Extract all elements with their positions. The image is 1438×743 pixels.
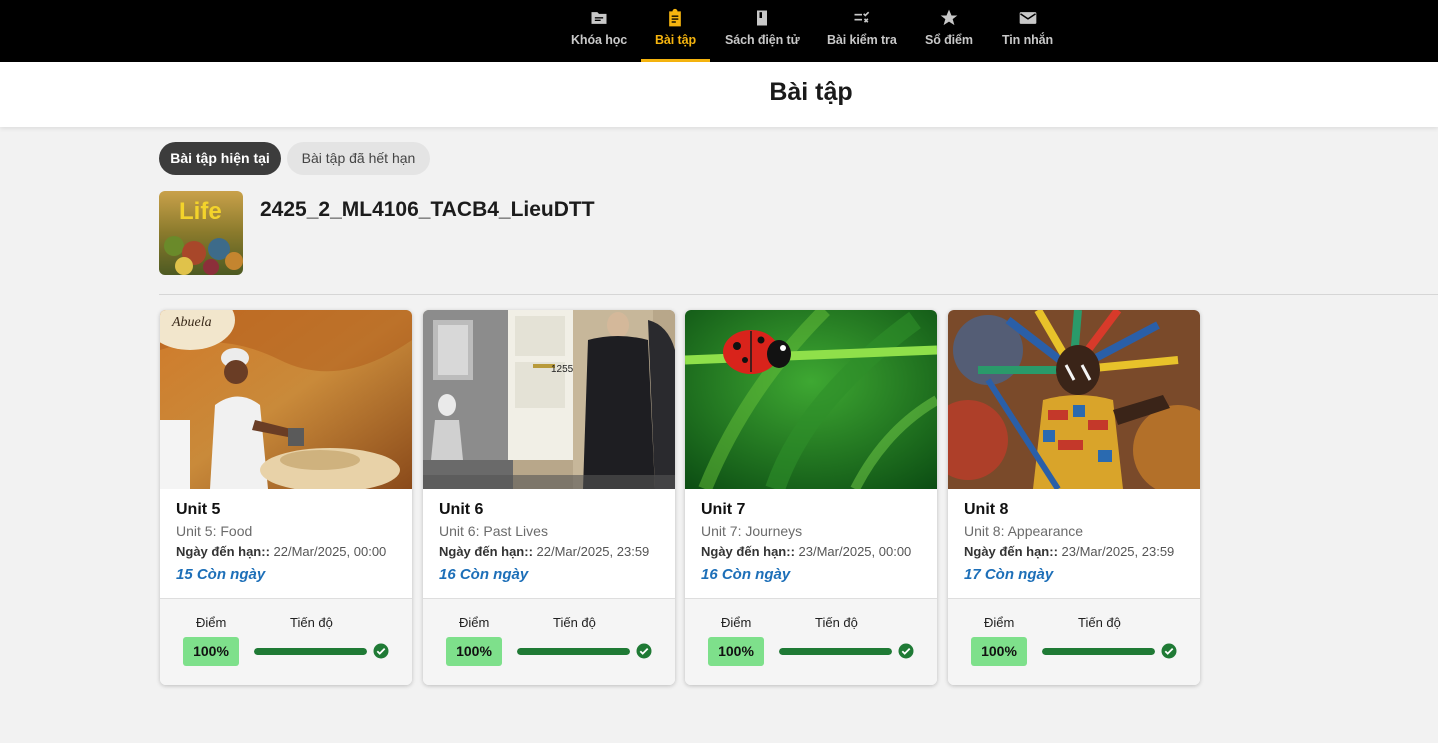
check-circle-icon [373, 643, 389, 659]
nav-item-label: Tin nhắn [1002, 33, 1054, 47]
unit-5-image-text: Abuela [171, 315, 212, 330]
page-header: Bài tập [0, 62, 1438, 127]
check-circle-icon [636, 643, 652, 659]
nav-item-ebooks[interactable]: Sách điện tử [725, 0, 800, 62]
card-title: Unit 8 [964, 501, 1009, 518]
clipboard-icon [669, 8, 682, 27]
score-badge: 100% [183, 637, 239, 666]
card-title: Unit 7 [701, 501, 746, 518]
card-title: Unit 6 [439, 501, 484, 518]
nav-item-label: Bài tập [655, 33, 696, 47]
card-due-date: Ngày đến hạn:: 22/Mar/2025, 00:00 [176, 543, 402, 561]
progress-bar [517, 648, 630, 655]
unit-8-image [948, 310, 1200, 489]
score-badge: 100% [971, 637, 1027, 666]
nav-item-messages[interactable]: Tin nhắn [1002, 0, 1053, 62]
book-icon [757, 10, 768, 26]
card-remaining-days: 15 Còn ngày [176, 566, 266, 583]
unit-7-image [685, 310, 937, 489]
card-footer: Điểm Tiến độ 100% [160, 598, 412, 685]
unit-5-image: Abuela [160, 310, 412, 489]
assignment-card[interactable]: 1255 Unit 6 Unit 6: Past Lives Ngày đến … [423, 310, 675, 685]
score-badge: 100% [708, 637, 764, 666]
progress-fill [779, 648, 892, 655]
progress-label: Tiến độ [553, 615, 596, 630]
nav-item-gradebook[interactable]: Sổ điểm [925, 0, 973, 62]
score-badge: 100% [446, 637, 502, 666]
unit-6-image: 1255 [423, 310, 675, 489]
due-value: 22/Mar/2025, 23:59 [536, 544, 650, 559]
nav-item-courses[interactable]: Khóa học [571, 0, 627, 62]
card-body: Unit 6 Unit 6: Past Lives Ngày đến hạn::… [439, 500, 665, 586]
nav-item-label: Sách điện tử [725, 33, 800, 47]
card-remaining-days: 16 Còn ngày [701, 566, 791, 583]
card-remaining-days: 16 Còn ngày [439, 566, 529, 583]
nav-item-label: Bài kiểm tra [827, 33, 897, 47]
due-label: Ngày đến hạn:: [176, 544, 270, 559]
due-value: 23/Mar/2025, 23:59 [1061, 544, 1175, 559]
card-subtitle: Unit 6: Past Lives [439, 523, 548, 539]
top-nav: Khóa học Bài tập Sách điện tử Bài kiểm t… [0, 0, 1438, 62]
due-label: Ngày đến hạn:: [964, 544, 1058, 559]
nav-item-tests[interactable]: Bài kiểm tra [827, 0, 897, 62]
nav-item-label: Khóa học [571, 33, 628, 47]
assignment-card[interactable]: Unit 7 Unit 7: Journeys Ngày đến hạn:: 2… [685, 310, 937, 685]
card-remaining-days: 17 Còn ngày [964, 566, 1054, 583]
card-body: Unit 8 Unit 8: Appearance Ngày đến hạn::… [964, 500, 1190, 586]
card-due-date: Ngày đến hạn:: 23/Mar/2025, 23:59 [964, 543, 1190, 561]
card-title: Unit 5 [176, 501, 221, 518]
progress-fill [1042, 648, 1155, 655]
progress-bar [779, 648, 892, 655]
card-subtitle: Unit 8: Appearance [964, 523, 1084, 539]
nav-item-label: Sổ điểm [925, 33, 973, 47]
page-title: Bài tập [769, 78, 853, 106]
check-circle-icon [1161, 643, 1177, 659]
unit-6-image-text: 1255 [551, 364, 574, 375]
card-body: Unit 5 Unit 5: Food Ngày đến hạn:: 22/Ma… [176, 500, 402, 586]
filter-current-button[interactable]: Bài tập hiện tại [159, 142, 281, 175]
check-circle-icon [898, 643, 914, 659]
star-icon [940, 9, 958, 26]
card-due-date: Ngày đến hạn:: 22/Mar/2025, 23:59 [439, 543, 665, 561]
mail-icon [1019, 12, 1036, 24]
progress-label: Tiến độ [290, 615, 333, 630]
progress-fill [254, 648, 367, 655]
course-thumbnail: Life [159, 191, 243, 275]
checklist-icon [854, 11, 870, 23]
progress-bar [1042, 648, 1155, 655]
nav-item-assignments[interactable]: Bài tập [641, 0, 710, 62]
progress-fill [517, 648, 630, 655]
assignment-card[interactable]: Abuela Unit 5 Unit 5: Food Ngày đến hạn:… [160, 310, 412, 685]
progress-label: Tiến độ [1078, 615, 1121, 630]
card-footer: Điểm Tiến độ 100% [423, 598, 675, 685]
course-name: 2425_2_ML4106_TACB4_LieuDTT [260, 198, 595, 221]
score-label: Điểm [984, 615, 1015, 630]
filter-expired-button[interactable]: Bài tập đã hết hạn [287, 142, 430, 175]
score-label: Điểm [721, 615, 752, 630]
assignment-card[interactable]: Unit 8 Unit 8: Appearance Ngày đến hạn::… [948, 310, 1200, 685]
card-footer: Điểm Tiến độ 100% [685, 598, 937, 685]
card-subtitle: Unit 5: Food [176, 523, 253, 539]
divider [159, 294, 1438, 295]
due-value: 22/Mar/2025, 00:00 [273, 544, 387, 559]
due-value: 23/Mar/2025, 00:00 [798, 544, 912, 559]
due-label: Ngày đến hạn:: [439, 544, 533, 559]
course-thumb-text: Life [179, 198, 222, 225]
progress-bar [254, 648, 367, 655]
score-label: Điểm [196, 615, 227, 630]
folder-icon [591, 12, 607, 24]
score-label: Điểm [459, 615, 490, 630]
card-footer: Điểm Tiến độ 100% [948, 598, 1200, 685]
progress-label: Tiến độ [815, 615, 858, 630]
card-due-date: Ngày đến hạn:: 23/Mar/2025, 00:00 [701, 543, 927, 561]
card-subtitle: Unit 7: Journeys [701, 523, 803, 539]
due-label: Ngày đến hạn:: [701, 544, 795, 559]
card-body: Unit 7 Unit 7: Journeys Ngày đến hạn:: 2… [701, 500, 927, 586]
